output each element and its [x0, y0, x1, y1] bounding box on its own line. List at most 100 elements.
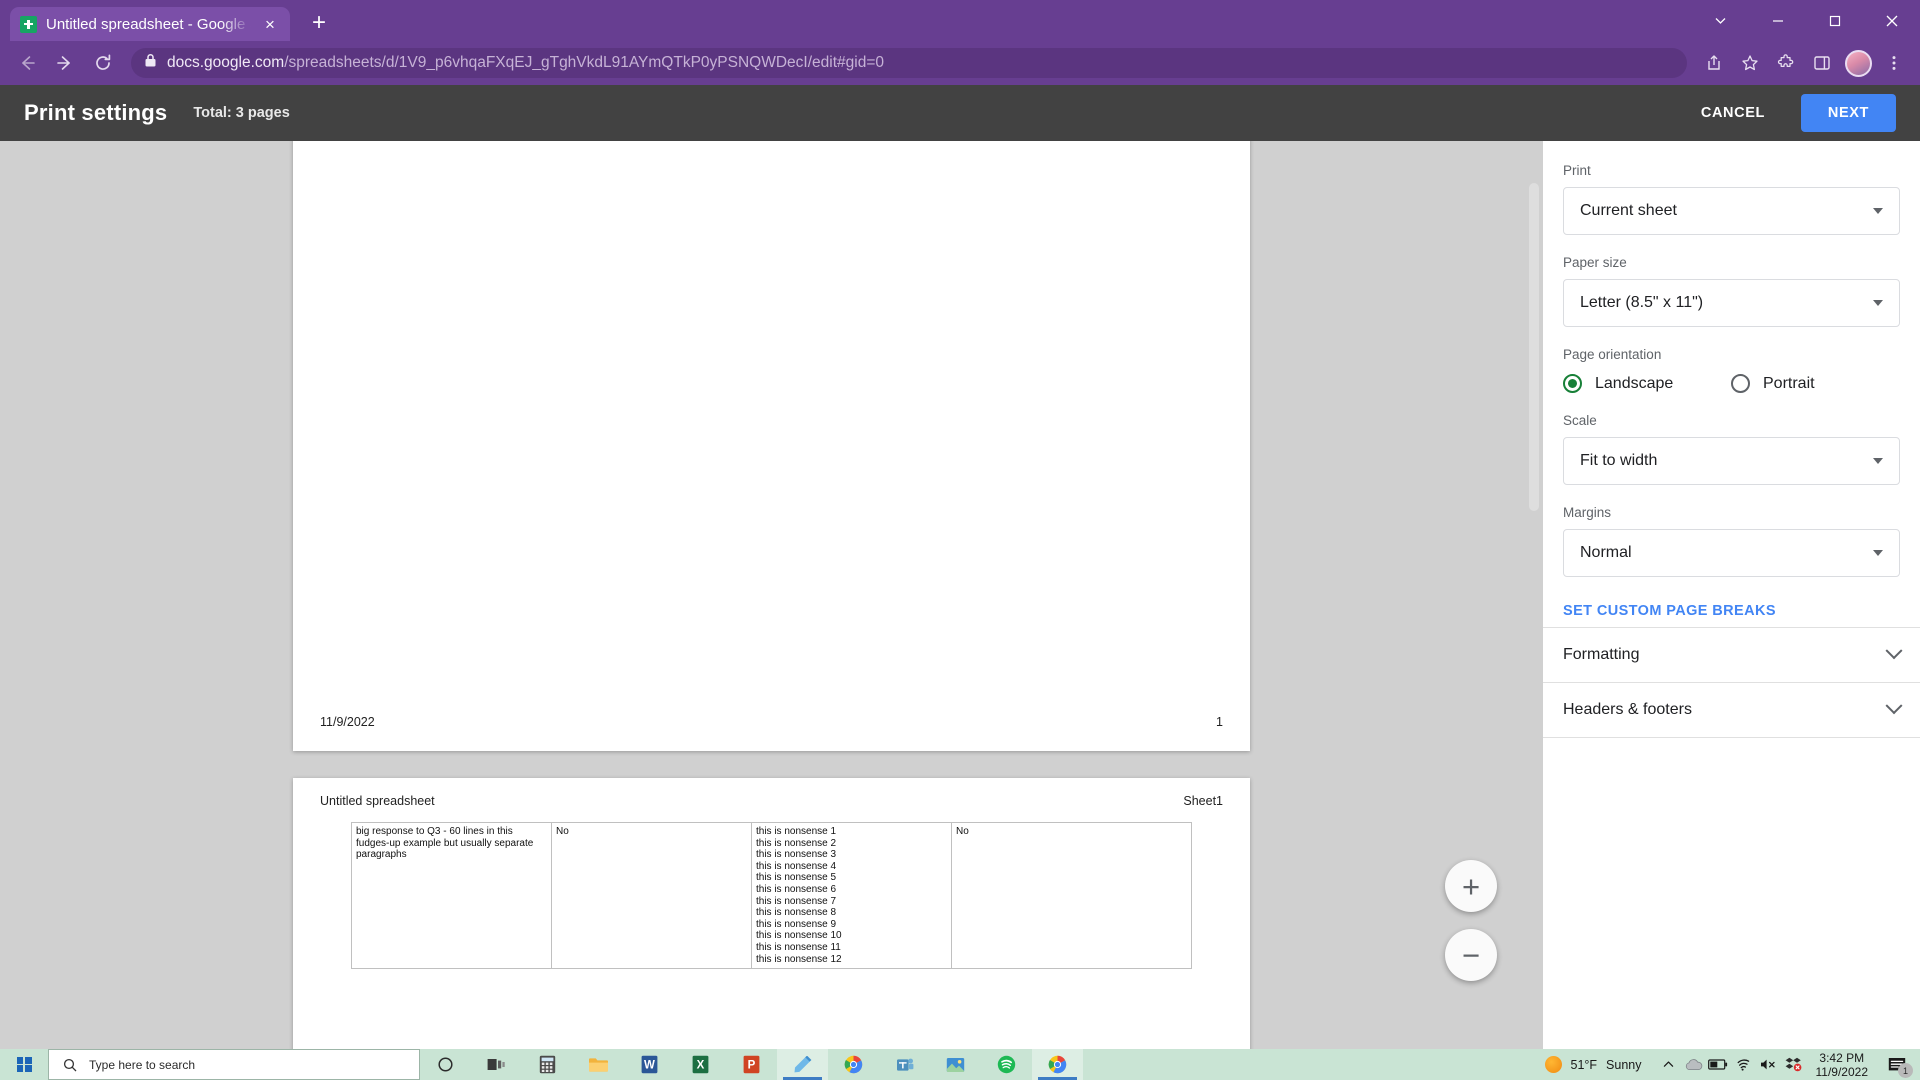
print-select[interactable]: Current sheet — [1563, 187, 1900, 235]
reload-icon[interactable] — [86, 46, 120, 80]
excel-icon[interactable]: X — [675, 1049, 726, 1080]
close-icon[interactable]: × — [260, 16, 280, 33]
set-custom-page-breaks-link[interactable]: SET CUSTOM PAGE BREAKS — [1563, 597, 1776, 627]
photos-icon[interactable] — [930, 1049, 981, 1080]
back-icon[interactable] — [10, 46, 44, 80]
snip-sketch-icon[interactable] — [777, 1049, 828, 1080]
chevron-down-icon — [1873, 550, 1883, 556]
field-print: Print Current sheet — [1563, 163, 1900, 235]
teams-icon[interactable] — [879, 1049, 930, 1080]
page-1-footer: 11/9/2022 1 — [320, 715, 1223, 729]
bookmark-star-icon[interactable] — [1734, 47, 1766, 79]
share-icon[interactable] — [1698, 47, 1730, 79]
zoom-out-button[interactable]: − — [1445, 929, 1497, 981]
cell-line: this is nonsense 6 — [756, 883, 837, 895]
table-cell-multiline: this is nonsense 1 this is nonsense 2 th… — [751, 821, 952, 970]
weather-widget[interactable]: 51°F Sunny — [1539, 1056, 1656, 1073]
notification-center-button[interactable]: 1 — [1880, 1049, 1914, 1080]
scale-select[interactable]: Fit to width — [1563, 437, 1900, 485]
cortana-icon[interactable] — [420, 1049, 471, 1080]
maximize-icon[interactable] — [1806, 0, 1863, 41]
weather-temp: 51°F — [1570, 1057, 1598, 1072]
chrome-menu-icon[interactable] — [1878, 47, 1910, 79]
margins-select[interactable]: Normal — [1563, 529, 1900, 577]
cell-line: this is nonsense 9 — [756, 918, 837, 930]
onedrive-icon[interactable] — [1681, 1049, 1706, 1080]
browser-tab[interactable]: Untitled spreadsheet - Google Sh × — [10, 7, 290, 41]
tab-strip: Untitled spreadsheet - Google Sh × + — [0, 0, 1920, 41]
scale-label: Scale — [1563, 413, 1597, 428]
new-tab-button[interactable]: + — [312, 11, 326, 35]
table-cell: big response to Q3 - 60 lines in this fu… — [351, 821, 552, 970]
zoom-in-button[interactable]: + — [1445, 860, 1497, 912]
chrome-active-icon[interactable] — [1032, 1049, 1083, 1080]
file-explorer-icon[interactable] — [573, 1049, 624, 1080]
battery-icon[interactable] — [1706, 1049, 1731, 1080]
print-dialog-body: short lines 2 short lines 3 short lines … — [0, 141, 1920, 1049]
page-2-header: Untitled spreadsheet Sheet1 — [293, 794, 1250, 808]
spotify-icon[interactable] — [981, 1049, 1032, 1080]
svg-text:X: X — [697, 1060, 705, 1072]
taskbar-clock[interactable]: 3:42 PM 11/9/2022 — [1806, 1051, 1881, 1079]
close-window-icon[interactable] — [1863, 0, 1920, 41]
paper-size-select[interactable]: Letter (8.5" x 11") — [1563, 279, 1900, 327]
url-text: docs.google.com/spreadsheets/d/1V9_p6vhq… — [167, 54, 884, 72]
field-margins: Margins Normal — [1563, 505, 1900, 577]
chrome-icon[interactable] — [828, 1049, 879, 1080]
settings-fields: Print Current sheet Paper size Letter (8… — [1543, 141, 1920, 627]
powerpoint-icon[interactable]: P — [726, 1049, 777, 1080]
search-placeholder: Type here to search — [89, 1057, 196, 1072]
cell-line: this is nonsense 1 — [756, 826, 837, 837]
divider — [1543, 737, 1920, 738]
calculator-icon[interactable] — [522, 1049, 573, 1080]
show-hidden-icons[interactable] — [1656, 1049, 1681, 1080]
radio-portrait[interactable]: Portrait — [1731, 374, 1815, 393]
task-view-icon[interactable] — [471, 1049, 522, 1080]
field-page-orientation: Page orientation Landscape Portrait — [1563, 347, 1900, 393]
print-settings-sidebar: Print Current sheet Paper size Letter (8… — [1543, 141, 1920, 1049]
word-icon[interactable]: W — [624, 1049, 675, 1080]
dropbox-icon[interactable] — [1781, 1049, 1806, 1080]
chevron-down-icon — [1873, 300, 1883, 306]
cell-line: this is nonsense 2 — [756, 837, 837, 849]
window-controls — [1692, 0, 1920, 41]
accordion-formatting[interactable]: Formatting — [1543, 628, 1920, 682]
radio-portrait-label: Portrait — [1763, 374, 1815, 392]
radio-landscape[interactable]: Landscape — [1563, 374, 1731, 393]
forward-icon[interactable] — [48, 46, 82, 80]
sidepanel-icon[interactable] — [1806, 47, 1838, 79]
accordion-formatting-label: Formatting — [1563, 646, 1640, 663]
print-label: Print — [1563, 163, 1591, 178]
preview-page-2: Untitled spreadsheet Sheet1 big response… — [293, 778, 1250, 1049]
cell-line: this is nonsense 10 — [756, 930, 842, 942]
cell-line: this is nonsense 11 — [756, 941, 841, 953]
paper-size-select-value: Letter (8.5" x 11") — [1580, 294, 1704, 311]
extensions-puzzle-icon[interactable] — [1770, 47, 1802, 79]
cell-line: this is nonsense 12 — [756, 953, 842, 965]
preview-scrollbar[interactable] — [1529, 183, 1539, 511]
zoom-controls: + − — [1445, 860, 1497, 981]
chevron-down-icon[interactable] — [1692, 0, 1749, 41]
search-icon — [63, 1058, 77, 1071]
page-orientation-radio-group: Landscape Portrait — [1563, 371, 1900, 393]
cancel-button[interactable]: CANCEL — [1687, 96, 1779, 130]
system-tray: 51°F Sunny 3:42 PM 11/9/2022 1 — [1539, 1049, 1920, 1080]
cell-line: this is nonsense 7 — [756, 895, 837, 907]
start-button[interactable] — [0, 1049, 48, 1080]
clock-time: 3:42 PM — [1819, 1050, 1865, 1065]
header-actions: CANCEL NEXT — [1687, 94, 1896, 132]
wifi-icon[interactable] — [1731, 1049, 1756, 1080]
volume-muted-icon[interactable] — [1756, 1049, 1781, 1080]
cell-line: this is nonsense 8 — [756, 907, 837, 919]
address-bar[interactable]: docs.google.com/spreadsheets/d/1V9_p6vhq… — [131, 48, 1687, 78]
windows-logo-icon — [16, 1057, 32, 1072]
margins-select-value: Normal — [1580, 544, 1632, 561]
profile-avatar[interactable] — [1842, 47, 1874, 79]
minimize-icon[interactable] — [1749, 0, 1806, 41]
lock-icon — [144, 53, 157, 73]
url-domain: docs.google.com — [167, 54, 285, 71]
taskbar-search[interactable]: Type here to search — [48, 1049, 420, 1080]
next-button[interactable]: NEXT — [1800, 94, 1896, 132]
print-preview-pane[interactable]: short lines 2 short lines 3 short lines … — [0, 141, 1543, 1049]
accordion-headers-footers[interactable]: Headers & footers — [1543, 683, 1920, 737]
